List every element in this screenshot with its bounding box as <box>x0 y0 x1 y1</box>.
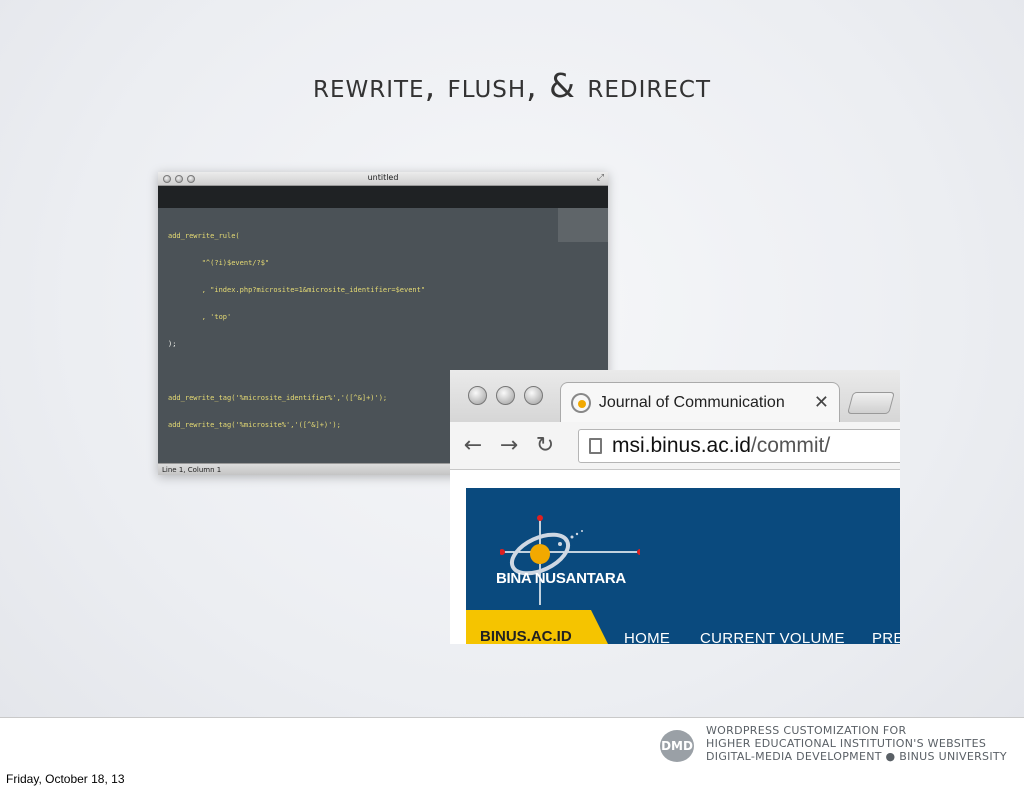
tab-title: Journal of Communication <box>598 393 785 411</box>
code-line: add_rewrite_rule( <box>168 232 240 240</box>
code-line: , 'top' <box>168 313 232 321</box>
address-bar[interactable]: msi.binus.ac.id/commit/ <box>578 429 900 463</box>
nav-item-home[interactable]: HOME <box>624 630 670 644</box>
logo-text: BINA NUSANTARA <box>496 570 626 587</box>
footer-line: Digital-Media Development ● BINUS UNIVER… <box>706 750 1007 763</box>
back-arrow-icon[interactable]: ← <box>460 434 486 457</box>
nav-brand[interactable]: BINUS.AC.ID <box>466 610 608 644</box>
reload-icon[interactable]: ↻ <box>532 434 558 457</box>
footer-text: WordPress Customization for Higher Educa… <box>706 724 1007 763</box>
browser-window-controls <box>468 386 543 405</box>
editor-titlebar: untitled ⤢ <box>158 172 608 186</box>
site-nav: BINUS.AC.ID HOME CURRENT VOLUME PRE <box>466 610 900 644</box>
url-text: msi.binus.ac.id/commit/ <box>612 434 831 457</box>
web-page: BINA NUSANTARA BINUS.AC.ID HOME CURRENT … <box>450 470 900 644</box>
editor-tabbar <box>158 186 608 208</box>
fullscreen-icon[interactable]: ⤢ <box>597 174 604 183</box>
nav-item-current-volume[interactable]: CURRENT VOLUME <box>700 630 845 644</box>
site-header: BINA NUSANTARA <box>466 488 900 610</box>
new-tab-button[interactable] <box>847 392 895 414</box>
code-line: ); <box>168 340 177 348</box>
slide-footer: DMD WordPress Customization for Higher E… <box>0 717 1024 768</box>
editor-window-title: untitled <box>367 173 399 182</box>
browser-tab[interactable]: Journal of Communication ✕ <box>560 382 840 422</box>
footer-line: WordPress Customization for <box>706 724 907 737</box>
forward-arrow-icon[interactable]: → <box>496 434 522 457</box>
editor-minimap[interactable] <box>558 208 608 242</box>
slide-title: Rewrite, Flush, & Redirect <box>312 66 712 105</box>
zoom-window-icon[interactable] <box>524 386 543 405</box>
dmd-logo: DMD <box>660 730 694 762</box>
nav-item-previous[interactable]: PRE <box>872 630 900 644</box>
binus-logo-icon <box>500 515 640 605</box>
browser-tabstrip: Journal of Communication ✕ <box>450 370 900 422</box>
browser-window: Journal of Communication ✕ ← → ↻ msi.bin… <box>450 370 900 644</box>
slide: Rewrite, Flush, & Redirect untitled ⤢ ad… <box>0 0 1024 768</box>
minimize-window-icon[interactable] <box>496 386 515 405</box>
page-icon <box>589 438 602 454</box>
footer-line: Higher Educational Institution's Website… <box>706 737 987 750</box>
code-line: "^(?i)$event/?$" <box>168 259 270 267</box>
code-line: , "index.php?microsite=1&microsite_ident… <box>168 286 426 294</box>
browser-toolbar: ← → ↻ msi.binus.ac.id/commit/ <box>450 422 900 470</box>
close-window-icon[interactable] <box>468 386 487 405</box>
date-label: Friday, October 18, 13 <box>6 772 125 786</box>
close-tab-icon[interactable]: ✕ <box>814 392 829 413</box>
favicon-icon <box>571 392 591 413</box>
